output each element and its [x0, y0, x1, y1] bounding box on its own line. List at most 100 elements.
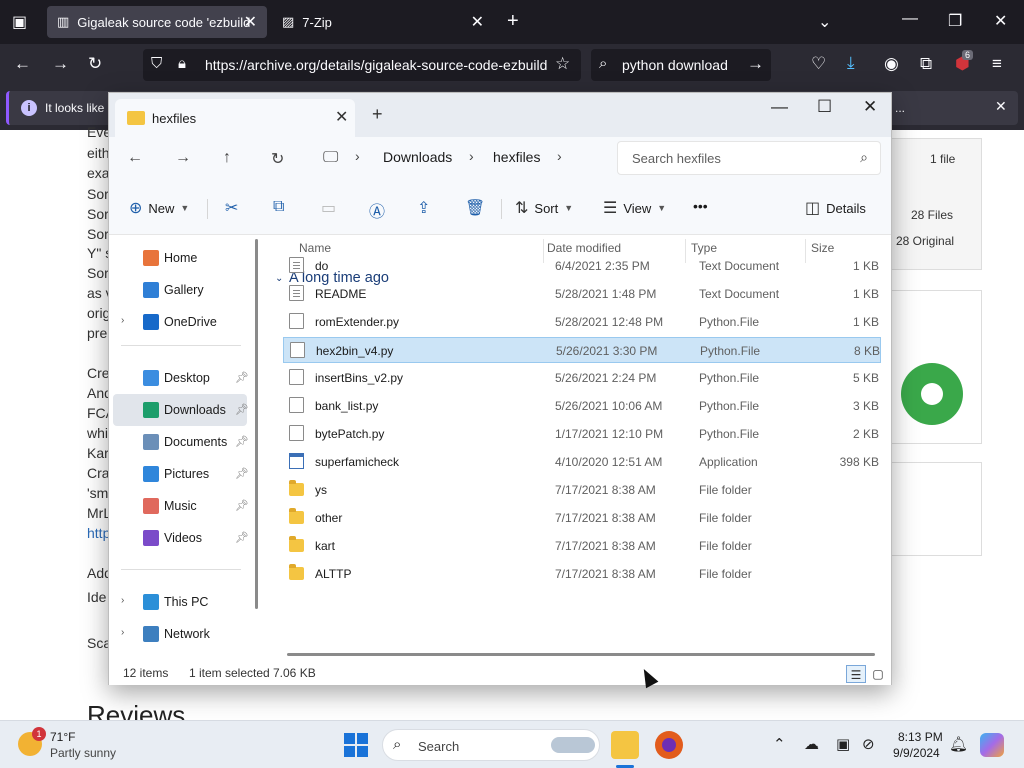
- sidebar-item-documents[interactable]: Documents 📌︎: [113, 426, 249, 458]
- account-icon[interactable]: ◉: [884, 54, 899, 74]
- pin-icon[interactable]: 📌︎: [235, 371, 249, 384]
- large-icons-view-icon[interactable]: ▢: [868, 665, 888, 683]
- new-tab-icon[interactable]: +: [507, 10, 519, 33]
- more-options-button[interactable]: •••: [693, 198, 708, 214]
- display-tray-icon[interactable]: ▣: [836, 735, 850, 753]
- sidebar-item-gallery[interactable]: Gallery: [113, 274, 247, 306]
- sidebar-item-this-pc[interactable]: › This PC: [113, 586, 247, 618]
- web-search-bar[interactable]: ⌕ python download →: [591, 49, 771, 81]
- breadcrumb-separator-icon[interactable]: ›: [557, 148, 562, 164]
- close-explorer-tab-icon[interactable]: ✕: [335, 107, 348, 127]
- close-notification-icon[interactable]: ✕: [995, 98, 1007, 115]
- file-row[interactable]: ys 7/17/2021 8:38 AM File folder: [283, 477, 881, 503]
- file-row[interactable]: ALTTP 7/17/2021 8:38 AM File folder: [283, 561, 881, 587]
- sidebar-item-videos[interactable]: Videos 📌︎: [113, 522, 249, 554]
- restore-icon[interactable]: ❐: [948, 11, 962, 31]
- network-tray-icon[interactable]: ⊘: [862, 735, 875, 753]
- extensions-icon[interactable]: ⧉: [920, 54, 932, 74]
- url-text[interactable]: https://archive.org/details/gigaleak-sou…: [205, 57, 547, 73]
- clock-date[interactable]: 9/9/2024: [893, 746, 940, 760]
- sidebar-item-pictures[interactable]: Pictures 📌︎: [113, 458, 249, 490]
- explorer-search-input[interactable]: Search hexfiles ⌕: [617, 141, 881, 175]
- forward-icon[interactable]: →: [52, 54, 69, 74]
- reload-icon[interactable]: ↻: [88, 54, 102, 74]
- file-row[interactable]: romExtender.py 5/28/2021 12:48 PM Python.F…: [283, 309, 881, 335]
- go-arrow-icon[interactable]: →: [747, 54, 764, 74]
- expand-chevron-icon[interactable]: ›: [121, 595, 124, 606]
- pin-icon[interactable]: 📌︎: [235, 467, 249, 480]
- file-row[interactable]: README 5/28/2021 1:48 PM Text Document 1 KB: [283, 281, 881, 307]
- notifications-bell-icon[interactable]: 🔔︎: [949, 735, 968, 753]
- clock-time[interactable]: 8:13 PM: [898, 730, 943, 744]
- page-text-fragment[interactable]: http: [87, 525, 110, 541]
- menu-icon[interactable]: ≡: [992, 54, 1002, 74]
- file-row[interactable]: do 6/4/2021 2:35 PM Text Document 1 KB: [283, 253, 881, 279]
- taskbar-file-explorer-icon[interactable]: [611, 731, 639, 759]
- paste-button[interactable]: ▭: [321, 198, 336, 218]
- delete-button[interactable]: 🗑︎: [465, 198, 485, 218]
- explorer-up-icon[interactable]: ↑: [223, 149, 231, 167]
- explorer-maximize-icon[interactable]: ☐: [817, 97, 832, 117]
- pocket-icon[interactable]: ♡: [811, 54, 826, 74]
- pin-icon[interactable]: 📌︎: [235, 531, 249, 544]
- file-row[interactable]: kart 7/17/2021 8:38 AM File folder: [283, 533, 881, 559]
- copilot-icon[interactable]: [980, 733, 1004, 757]
- expand-chevron-icon[interactable]: ›: [121, 315, 124, 326]
- explorer-tab-hexfiles[interactable]: hexfiles ✕: [115, 99, 355, 137]
- back-icon[interactable]: ←: [14, 54, 31, 74]
- navigation-scrollbar[interactable]: [255, 239, 258, 609]
- taskbar-search[interactable]: ⌕ Search: [382, 729, 600, 761]
- sidebar-item-network[interactable]: › Network: [113, 618, 247, 650]
- explorer-back-icon[interactable]: ←: [127, 149, 143, 167]
- url-bar[interactable]: ⛉ 🔒︎ https://archive.org/details/gigalea…: [143, 49, 581, 81]
- explorer-minimize-icon[interactable]: —: [771, 97, 788, 117]
- tab-gigaleak[interactable]: ▥ Gigaleak source code 'ezbuild ✕: [47, 6, 267, 38]
- close-tab-icon[interactable]: ✕: [244, 12, 257, 32]
- file-row[interactable]: other 7/17/2021 8:38 AM File folder: [283, 505, 881, 531]
- details-view-icon[interactable]: ☰: [846, 665, 866, 683]
- pin-icon[interactable]: 📌︎: [235, 499, 249, 512]
- show-hidden-icons-icon[interactable]: ⌃: [773, 735, 786, 753]
- horizontal-scrollbar[interactable]: [287, 653, 875, 656]
- file-row[interactable]: bank_list.py 5/26/2021 10:06 AM Python.Fil…: [283, 393, 881, 419]
- explorer-close-icon[interactable]: ✕: [863, 97, 877, 117]
- explorer-refresh-icon[interactable]: ↻: [271, 149, 284, 169]
- sort-button[interactable]: ⇅ Sort ▼: [515, 198, 573, 218]
- breadcrumb-separator-icon[interactable]: ›: [355, 148, 360, 164]
- weather-description[interactable]: Partly sunny: [50, 746, 116, 760]
- view-button[interactable]: ☰ View ▼: [603, 198, 666, 218]
- new-button[interactable]: ⊕ New ▼: [129, 198, 189, 218]
- breadcrumb-hexfiles[interactable]: hexfiles: [493, 149, 540, 165]
- pin-icon[interactable]: 📌︎: [235, 435, 249, 448]
- pin-icon[interactable]: 📌︎: [235, 403, 249, 416]
- breadcrumb-downloads[interactable]: Downloads: [383, 149, 452, 165]
- lock-icon[interactable]: 🔒︎: [178, 55, 186, 72]
- close-window-icon[interactable]: ✕: [994, 11, 1007, 31]
- close-tab-icon[interactable]: ✕: [471, 12, 484, 32]
- onedrive-tray-icon[interactable]: ☁: [804, 735, 819, 753]
- taskbar-firefox-icon[interactable]: [655, 731, 683, 759]
- start-button[interactable]: [344, 733, 368, 757]
- share-button[interactable]: ⇪: [417, 198, 430, 218]
- explorer-forward-icon[interactable]: →: [175, 149, 191, 167]
- breadcrumb-separator-icon[interactable]: ›: [469, 148, 474, 164]
- file-row[interactable]: insertBins_v2.py 5/26/2021 2:24 PM Python.…: [283, 365, 881, 391]
- sidebar-item-home[interactable]: Home: [113, 242, 247, 274]
- file-row[interactable]: superfamicheck 4/10/2020 12:51 AM Applicat…: [283, 449, 881, 475]
- monitor-icon[interactable]: 🖵︎: [323, 149, 338, 167]
- list-all-tabs-icon[interactable]: ⌄: [818, 12, 831, 32]
- sidebar-item-onedrive[interactable]: › OneDrive: [113, 306, 247, 338]
- copy-button[interactable]: ⧉: [273, 198, 284, 216]
- file-row[interactable]: bytePatch.py 1/17/2021 12:10 PM Python.Fil…: [283, 421, 881, 447]
- expand-chevron-icon[interactable]: ›: [121, 627, 124, 638]
- downloads-icon[interactable]: ⤓: [847, 53, 855, 73]
- sidebar-item-desktop[interactable]: Desktop 📌︎: [113, 362, 249, 394]
- tab-7zip[interactable]: ▨ 7-Zip ✕: [272, 6, 494, 38]
- shield-icon[interactable]: ⛉: [151, 55, 162, 72]
- web-search-text[interactable]: python download: [622, 57, 728, 73]
- weather-temperature[interactable]: 71°F: [50, 730, 75, 744]
- details-button[interactable]: ◫ Details: [805, 198, 866, 218]
- cut-button[interactable]: ✂: [225, 198, 238, 218]
- file-row[interactable]: hex2bin_v4.py 5/26/2021 3:30 PM Python.Fil…: [283, 337, 881, 363]
- minimize-icon[interactable]: —: [902, 10, 918, 28]
